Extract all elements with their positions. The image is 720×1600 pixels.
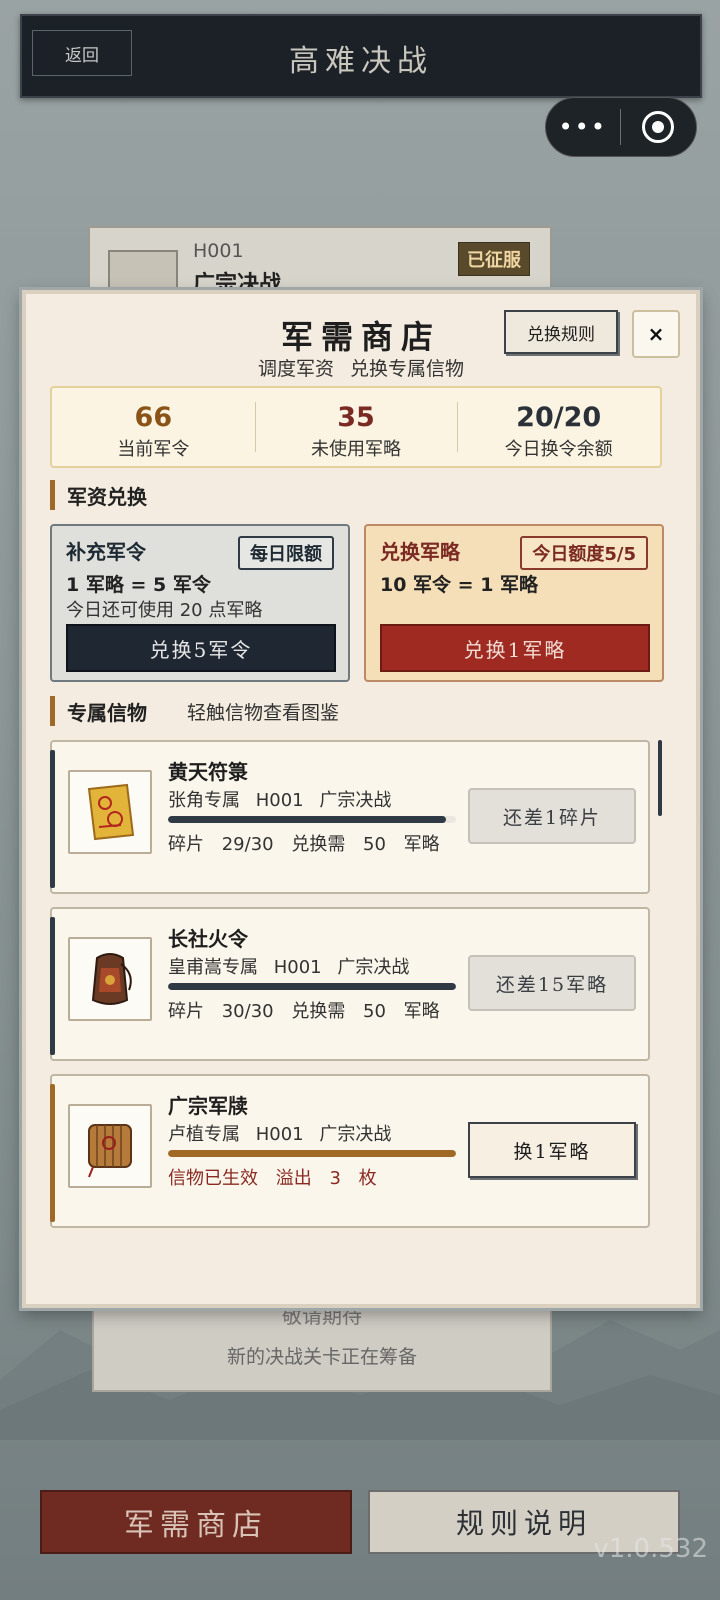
coming-soon-note: 新的决战关卡正在筹备 bbox=[226, 1346, 417, 1368]
item-accent-bar bbox=[50, 1084, 55, 1222]
stat-label: 未使用军略 bbox=[311, 439, 401, 460]
item-redeem-button[interactable]: 换1军略 bbox=[468, 1122, 636, 1178]
fragment-progress-bar bbox=[168, 816, 456, 823]
progress-fill bbox=[168, 983, 456, 990]
stat-label: 当前军令 bbox=[117, 439, 190, 460]
exchange-card-title: 补充军令 bbox=[66, 540, 146, 564]
exchange-card-strategy: 兑换军略 今日额度5/5 10 军令 = 1 军略 兑换1军略 bbox=[364, 524, 664, 682]
item-redeem-button[interactable]: 还差15军略 bbox=[468, 955, 636, 1011]
item-owner: 皇甫嵩专属 H001 广宗决战 bbox=[168, 957, 410, 978]
stat-value: 66 bbox=[134, 402, 173, 433]
daily-limit-badge: 每日限额 bbox=[238, 536, 334, 570]
section-header-items: 专属信物 轻触信物查看图鉴 bbox=[50, 696, 339, 726]
item-accent-bar bbox=[50, 750, 55, 888]
daily-quota-badge: 今日额度5/5 bbox=[520, 536, 648, 570]
item-owner: 张角专属 H001 广宗决战 bbox=[168, 790, 392, 811]
list-item[interactable]: 黄天符箓 张角专属 H001 广宗决战 碎片 29/30 兑换需 50 军略 还… bbox=[50, 740, 650, 894]
exchange-rate: 10 军令 = 1 军略 bbox=[380, 574, 539, 596]
close-icon[interactable]: × bbox=[632, 310, 680, 358]
mini-program-capsule: ••• bbox=[545, 97, 697, 157]
stat-command-tokens: 66 当前军令 bbox=[52, 388, 255, 466]
page-title: 高难决战 bbox=[289, 44, 433, 79]
top-nav-bar: 返回 高难决战 bbox=[20, 14, 702, 98]
bamboo-scroll-icon[interactable] bbox=[68, 1104, 152, 1188]
section-header-exchange: 军资兑换 bbox=[50, 480, 147, 510]
shop-modal: 军需商店 调度军资 兑换专属信物 兑换规则 × 66 当前军令 35 未使用军略… bbox=[22, 290, 700, 1308]
item-status: 碎片 30/30 兑换需 50 军略 bbox=[168, 1001, 440, 1022]
modal-subtitle: 调度军资 兑换专属信物 bbox=[257, 358, 465, 380]
stat-value: 20/20 bbox=[516, 402, 602, 433]
section-accent-bar bbox=[50, 696, 55, 726]
list-item[interactable]: 长社火令 皇甫嵩专属 H001 广宗决战 碎片 30/30 兑换需 50 军略 … bbox=[50, 907, 650, 1061]
item-name: 广宗军牍 bbox=[168, 1094, 248, 1118]
exchange-card-title: 兑换军略 bbox=[380, 540, 460, 564]
talisman-scroll-icon[interactable] bbox=[68, 770, 152, 854]
stat-value: 35 bbox=[337, 402, 375, 433]
list-scrollbar[interactable] bbox=[658, 740, 662, 816]
coming-soon-card: 敬请期待 新的决战关卡正在筹备 bbox=[92, 1300, 552, 1392]
more-dots-icon[interactable]: ••• bbox=[546, 113, 620, 141]
stat-label: 今日换令余额 bbox=[504, 439, 613, 460]
item-status: 碎片 29/30 兑换需 50 军略 bbox=[168, 834, 440, 855]
item-owner: 卢植专属 H001 广宗决战 bbox=[168, 1124, 392, 1145]
stage-code: H001 bbox=[193, 240, 244, 262]
stage-card[interactable]: H001 广宗决战 已征服 bbox=[88, 226, 552, 310]
item-redeem-button[interactable]: 还差1碎片 bbox=[468, 788, 636, 844]
progress-fill bbox=[168, 816, 447, 823]
bottom-bar: 军需商店 规则说明 bbox=[40, 1490, 680, 1556]
fire-token-pouch-icon[interactable] bbox=[68, 937, 152, 1021]
item-name: 黄天符箓 bbox=[168, 760, 248, 784]
section-title: 专属信物 bbox=[67, 700, 147, 725]
item-accent-bar bbox=[50, 917, 55, 1055]
section-hint: 轻触信物查看图鉴 bbox=[187, 701, 340, 724]
version-label: v1.0.532 bbox=[593, 1534, 708, 1564]
stat-strategy-points: 35 未使用军略 bbox=[254, 388, 458, 466]
stat-daily-quota: 20/20 今日换令余额 bbox=[457, 388, 660, 466]
resource-stats: 66 当前军令 35 未使用军略 20/20 今日换令余额 bbox=[50, 386, 662, 468]
item-name: 长社火令 bbox=[168, 927, 248, 951]
status-badge: 已征服 bbox=[458, 242, 530, 276]
exchange-rules-button[interactable]: 兑换规则 bbox=[504, 310, 618, 354]
list-item[interactable]: 广宗军牍 卢植专属 H001 广宗决战 信物已生效 溢出 3 枚 换1军略 bbox=[50, 1074, 650, 1228]
section-accent-bar bbox=[50, 480, 55, 510]
exchange-strategy-button[interactable]: 兑换1军略 bbox=[380, 624, 650, 672]
exchange-tokens-button[interactable]: 兑换5军令 bbox=[66, 624, 336, 672]
section-title: 军资兑换 bbox=[67, 484, 147, 509]
shop-button[interactable]: 军需商店 bbox=[40, 1490, 352, 1554]
exchange-card-tokens: 补充军令 每日限额 1 军略 = 5 军令 今日还可使用 20 点军略 兑换5军… bbox=[50, 524, 350, 682]
fragment-progress-bar bbox=[168, 983, 456, 990]
fragment-progress-bar bbox=[168, 1150, 456, 1157]
exchange-note: 今日还可使用 20 点军略 bbox=[66, 600, 263, 621]
exchange-rate: 1 军略 = 5 军令 bbox=[66, 574, 211, 596]
progress-fill bbox=[168, 1150, 456, 1157]
item-status: 信物已生效 溢出 3 枚 bbox=[168, 1168, 377, 1189]
target-icon[interactable] bbox=[621, 111, 697, 143]
token-list[interactable]: 黄天符箓 张角专属 H001 广宗决战 碎片 29/30 兑换需 50 军略 还… bbox=[50, 740, 660, 1230]
